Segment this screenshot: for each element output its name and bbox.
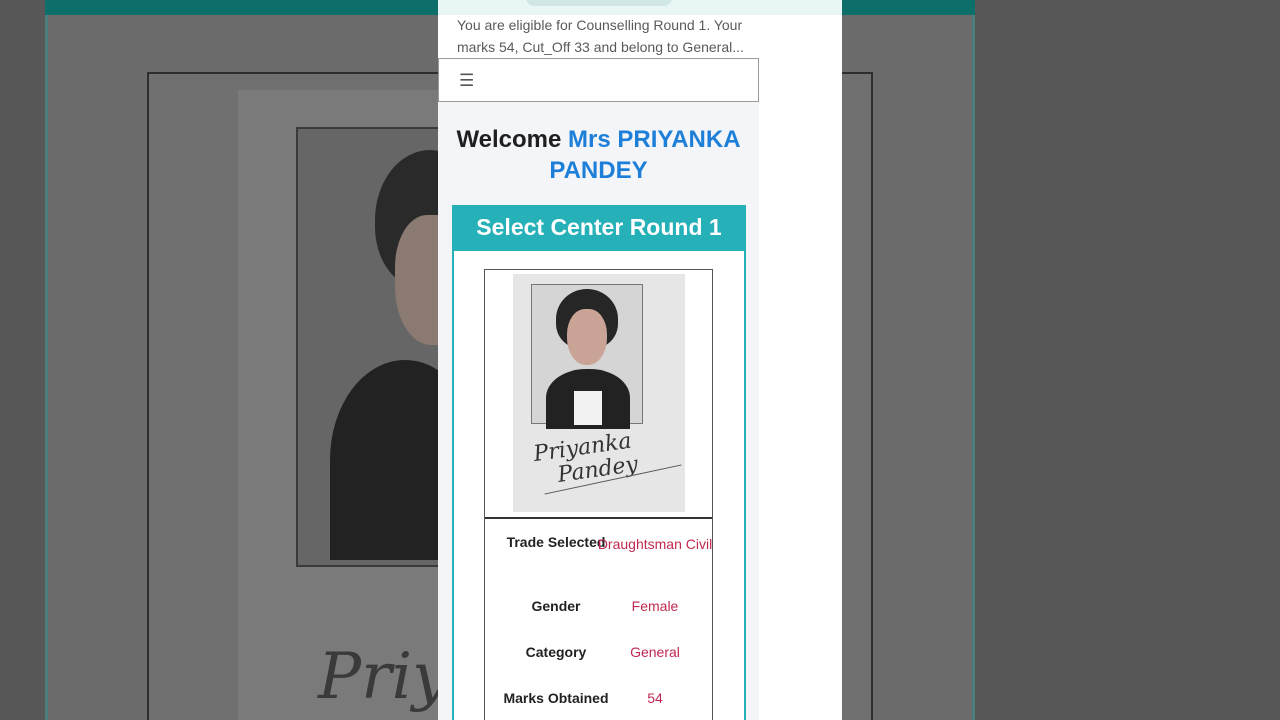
card-title: Select Center Round 1	[452, 205, 746, 251]
page-gutter	[759, 15, 842, 720]
navbar: ☰	[438, 58, 759, 102]
main-content: Welcome Mrs PRIYANKA PANDEY Select Cente…	[438, 102, 759, 720]
candidate-name: Mrs PRIYANKA PANDEY	[549, 126, 741, 184]
info-row-trade: Trade Selected Draughtsman Civil	[485, 532, 713, 572]
candidate-signature: Priyanka Pandey	[532, 428, 640, 491]
eligibility-notice: You are eligible for Counselling Round 1…	[457, 17, 744, 55]
mobile-viewport: You are eligible for Counselling Round 1…	[438, 0, 842, 720]
screen: Priy You are eligible for Counselling Ro…	[0, 0, 1280, 720]
notice-banner	[438, 0, 842, 15]
photo-frame	[531, 284, 643, 429]
profile-divider	[485, 517, 712, 519]
gender-value: Female	[631, 598, 679, 614]
notice-pill	[526, 0, 672, 6]
trade-value: Draughtsman Civil	[597, 536, 713, 552]
photo-shirt	[574, 391, 602, 425]
category-value: General	[630, 644, 680, 660]
info-row-gender: Gender Female	[485, 596, 712, 636]
photo-face	[567, 309, 607, 365]
hamburger-menu-icon[interactable]: ☰	[459, 72, 474, 89]
info-row-category: Category General	[485, 642, 712, 682]
backdrop-signature: Priy	[318, 640, 449, 714]
welcome-heading: Welcome Mrs PRIYANKA PANDEY	[438, 124, 759, 186]
marks-value: 54	[647, 690, 663, 706]
welcome-greeting: Welcome	[456, 126, 562, 153]
info-row-marks: Marks Obtained 54	[485, 688, 712, 720]
candidate-profile: Priyanka Pandey Trade Selected Draughtsm…	[484, 269, 713, 720]
candidate-photo: Priyanka Pandey	[513, 274, 685, 512]
